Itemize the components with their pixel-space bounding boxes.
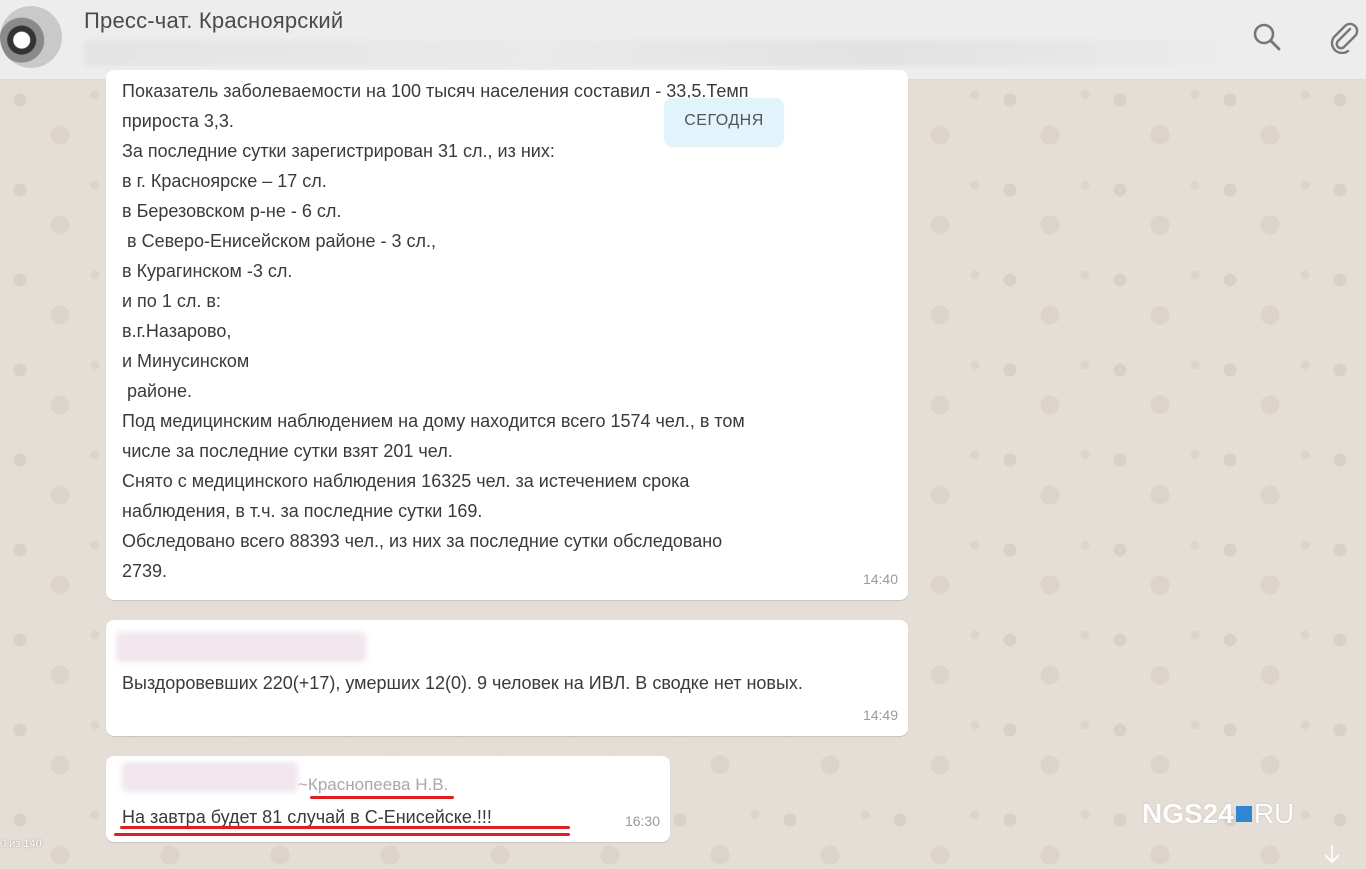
message-line: в г. Красноярске – 17 сл.: [122, 171, 327, 191]
highlight-underline: [114, 833, 570, 836]
message-line: в.г.Назарово,: [122, 321, 232, 341]
message-line: наблюдения, в т.ч. за последние сутки 16…: [122, 501, 483, 521]
message-bubble[interactable]: Показатель заболеваемости на 100 тысяч н…: [106, 70, 908, 600]
message-time: 14:40: [862, 571, 898, 587]
paperclip-icon[interactable]: [1326, 20, 1360, 54]
message-line: Обследовано всего 88393 чел., из них за …: [122, 531, 723, 551]
sender-blurred: [116, 632, 366, 662]
highlight-underline: [120, 826, 570, 829]
watermark-suffix: RU: [1253, 798, 1295, 829]
watermark-logo: NGS24 RU: [1142, 798, 1294, 830]
sender-blurred: [122, 762, 298, 792]
search-icon[interactable]: [1250, 20, 1284, 54]
date-badge: СЕГОДНЯ: [664, 98, 784, 146]
message-line: и Минусинском: [122, 351, 250, 371]
message-text: Выздоровевших 220(+17), умерших 12(0). 9…: [122, 673, 803, 693]
watermark-square-icon: [1235, 806, 1252, 822]
message-line: в Северо-Енисейском районе - 3 сл.,: [122, 231, 437, 251]
message-text: Показатель заболеваемости на 100 тысяч н…: [122, 76, 892, 586]
message-time: 16:30: [624, 813, 660, 829]
highlight-underline: [310, 796, 454, 799]
message-line: Снято с медицинского наблюдения 16325 че…: [122, 471, 690, 491]
message-bubble[interactable]: Выздоровевших 220(+17), умерших 12(0). 9…: [106, 620, 908, 736]
message-line: в Курагинском -3 сл.: [122, 261, 293, 281]
message-bubble[interactable]: ~Краснопеева Н.В. На завтра будет 81 слу…: [106, 756, 670, 842]
message-line: районе.: [122, 381, 193, 401]
message-line: 2739.: [122, 561, 168, 581]
arrow-down-icon[interactable]: [1320, 842, 1344, 866]
participants-blurred: [84, 40, 1220, 66]
photo-counter: 0 из 140: [0, 838, 42, 850]
message-line: Под медицинским наблюдением на дому нахо…: [122, 411, 745, 431]
avatar[interactable]: [0, 6, 62, 68]
chat-title[interactable]: Пресс-чат. Красноярский: [84, 8, 343, 34]
message-line: в Березовском р-не - 6 сл.: [122, 201, 342, 221]
message-line: числе за последние сутки взят 201 чел.: [122, 441, 453, 461]
message-time: 14:49: [862, 707, 898, 723]
chat-header: Пресс-чат. Красноярский: [0, 0, 1366, 80]
message-line: и по 1 сл. в:: [122, 291, 221, 311]
watermark-text: NGS24: [1142, 798, 1234, 829]
